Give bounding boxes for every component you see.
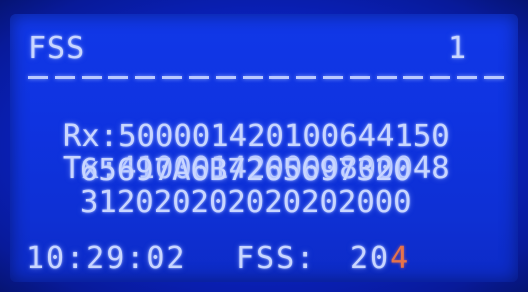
tx-value-line-3: 312020202020202000: [80, 185, 412, 220]
status-value-tail: 4: [390, 241, 411, 276]
status-value-head: 20: [350, 241, 391, 276]
time-readout: 10:29:02: [26, 241, 187, 276]
tx-value-line-2: 65697A6B7265697320: [80, 153, 412, 188]
separator-line: [28, 76, 504, 80]
screen-title: FSS: [28, 31, 86, 66]
status-value: 204: [350, 244, 410, 274]
page-number: 1: [448, 31, 469, 66]
status-label: FSS:: [236, 241, 317, 276]
